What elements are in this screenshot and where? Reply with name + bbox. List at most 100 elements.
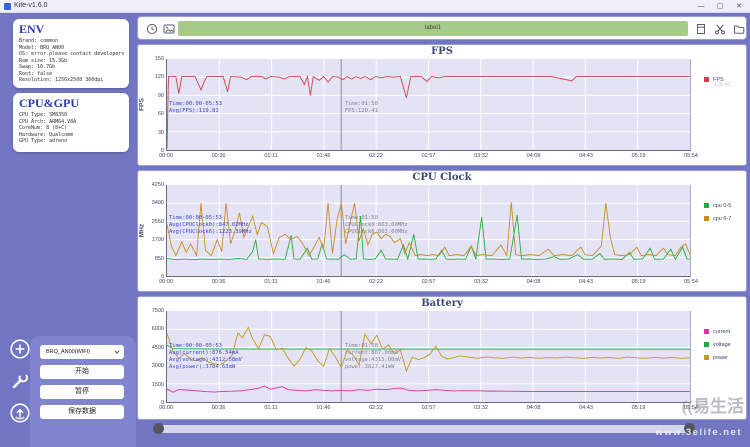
x-tick-label: 05:54 [684, 279, 698, 285]
chevron-down-icon [114, 350, 120, 354]
scissors-icon[interactable] [714, 23, 726, 35]
y-tick-label: 150 [154, 56, 164, 62]
cloud-upload-icon [10, 403, 30, 423]
folder-icon[interactable] [733, 23, 745, 35]
y-tick-label: 1500 [151, 381, 164, 388]
y-tick-label: 60 [157, 111, 164, 118]
x-tick-label: 01:46 [316, 153, 331, 159]
titlebar: Kite-v1.6.0 — ▢ ✕ [0, 0, 750, 13]
app-icon [4, 3, 11, 10]
plus-circle-icon [10, 339, 30, 359]
legend-label: voltage [713, 341, 731, 348]
app-title: Kite-v1.6.0 [14, 2, 48, 9]
wrench-icon [12, 372, 29, 389]
x-tick-label: 01:11 [264, 405, 278, 411]
x-tick-label: 04:08 [526, 153, 541, 159]
history-icon[interactable] [146, 23, 158, 35]
time-range-slider[interactable] [155, 425, 695, 433]
y-tick-label: 7500 [151, 308, 164, 314]
watermark-url: www.3elife.net [655, 427, 742, 438]
plot-area[interactable] [166, 59, 691, 151]
y-axis-label: MHz [138, 223, 146, 238]
legend-swatch [704, 342, 709, 348]
chart-canvas [166, 59, 690, 150]
add-button[interactable] [9, 338, 31, 360]
y-tick-label: 1700 [151, 237, 164, 244]
legend-entry[interactable]: FPS [704, 71, 724, 83]
chart-canvas [166, 311, 691, 402]
x-tick-label: 02:22 [369, 405, 383, 411]
battery-chart-card: Battery 0 1500 3000 4500 6000 7500 00:00 00:36 0… [137, 296, 747, 420]
legend-entry[interactable]: cpu 6-7 [704, 210, 731, 222]
watermark-logo: ((易生活 [681, 397, 744, 416]
x-tick-label: 04:43 [579, 405, 593, 411]
upload-button[interactable] [9, 402, 31, 424]
env-info-line: Resolution: 1256x2500 360dpi [19, 77, 104, 83]
close-button[interactable]: ✕ [730, 0, 748, 13]
y-tick-label: 90 [157, 92, 164, 99]
x-tick-label: 02:22 [369, 279, 383, 285]
env-info-line: OS: error please contact developers [19, 51, 125, 57]
cpugpu-panel-title: CPU&GPU [19, 96, 79, 110]
pause-button[interactable]: 暂停 [40, 385, 124, 399]
x-tick-label: 01:11 [264, 153, 278, 159]
legend-swatch [704, 77, 709, 83]
cpu-clock-chart-card: CPU Clock MHz 0 850 1700 2550 3400 4250 00:00 0… [137, 170, 747, 292]
y-axis-label: FPS [138, 98, 146, 111]
start-button[interactable]: 开始 [40, 365, 124, 379]
legend-entry[interactable]: cpu 0-5 [704, 197, 732, 209]
y-tick-label: 30 [157, 129, 164, 136]
x-tick-label: 03:32 [474, 279, 488, 285]
y-tick-label: 4500 [151, 344, 164, 351]
legend-entry[interactable]: current [704, 323, 731, 335]
label-bar[interactable]: label1 [178, 21, 688, 36]
cpugpu-info-list: CPU Type: SM8350 CPU Arch: ARM64,V8A CoreN… [19, 112, 123, 145]
save-data-button[interactable]: 保存数据 [40, 405, 124, 419]
x-tick-label: 02:57 [421, 405, 436, 411]
x-tick-label: 02:22 [369, 153, 383, 159]
y-tick-label: 3400 [151, 200, 164, 207]
range-tooltip: Time:00:00-05:53 Avg(current):876.54mA Avg… [169, 343, 242, 370]
x-tick-label: 00:36 [211, 405, 226, 411]
image-icon[interactable] [163, 23, 175, 35]
x-tick-label: 04:08 [526, 279, 541, 285]
plot-area[interactable] [166, 311, 691, 403]
y-tick-label: 2550 [151, 218, 164, 225]
maximize-button[interactable]: ▢ [711, 0, 729, 13]
x-tick-label: 01:46 [316, 405, 331, 411]
x-tick-label: 05:19 [631, 405, 646, 411]
chart-title: FPS [431, 46, 453, 57]
chart-toolbar: label1 [137, 16, 747, 40]
legend-label: current [713, 328, 731, 335]
bookmark-icon[interactable] [695, 23, 707, 35]
minimize-button[interactable]: — [692, 0, 710, 13]
x-tick-label: 02:57 [421, 153, 436, 159]
settings-button[interactable] [9, 370, 31, 392]
slider-handle-left[interactable] [153, 423, 164, 434]
x-tick-label: 05:19 [631, 279, 646, 285]
env-panel: ENV Brand: common Model: BRQ_AN00 OS: erro… [13, 19, 129, 88]
cursor-tooltip: Time:01:58 FPS:120.41 [344, 101, 378, 114]
chart-title: CPU Clock [412, 172, 472, 183]
x-tick-label: 00:36 [211, 279, 226, 285]
legend-label: power [713, 354, 728, 361]
range-tooltip: Time:00:00-05:53 Avg(FPS):119.81 [169, 101, 222, 114]
legend-entry[interactable]: power [704, 349, 728, 361]
range-tooltip: Time:00:00-05:53 Avg(CPUClock0):847.02MHz… [169, 215, 252, 235]
device-select[interactable]: BRQ_AN00(WIFI) [40, 345, 124, 359]
y-tick-label: 4250 [151, 182, 164, 188]
x-tick-label: 02:57 [421, 279, 436, 285]
y-tick-label: 850 [154, 255, 164, 262]
chart-title: Battery [421, 298, 463, 309]
cpugpu-info-line: GPU Type: adreno [19, 138, 68, 144]
device-select-value: BRQ_AN00(WIFI) [46, 349, 91, 355]
env-info-list: Brand: common Model: BRQ_AN00 OS: error pl… [19, 38, 125, 84]
x-tick-label: 04:08 [526, 405, 541, 411]
legend-value: 120.41 [714, 82, 731, 88]
cpugpu-panel: CPU&GPU CPU Type: SM8350 CPU Arch: ARM64,… [13, 93, 129, 152]
legend-swatch [704, 355, 709, 361]
legend-entry[interactable]: voltage [704, 336, 731, 348]
legend-swatch [704, 216, 709, 222]
legend-label: cpu 0-5 [713, 202, 732, 209]
x-tick-label: 05:19 [631, 153, 646, 159]
